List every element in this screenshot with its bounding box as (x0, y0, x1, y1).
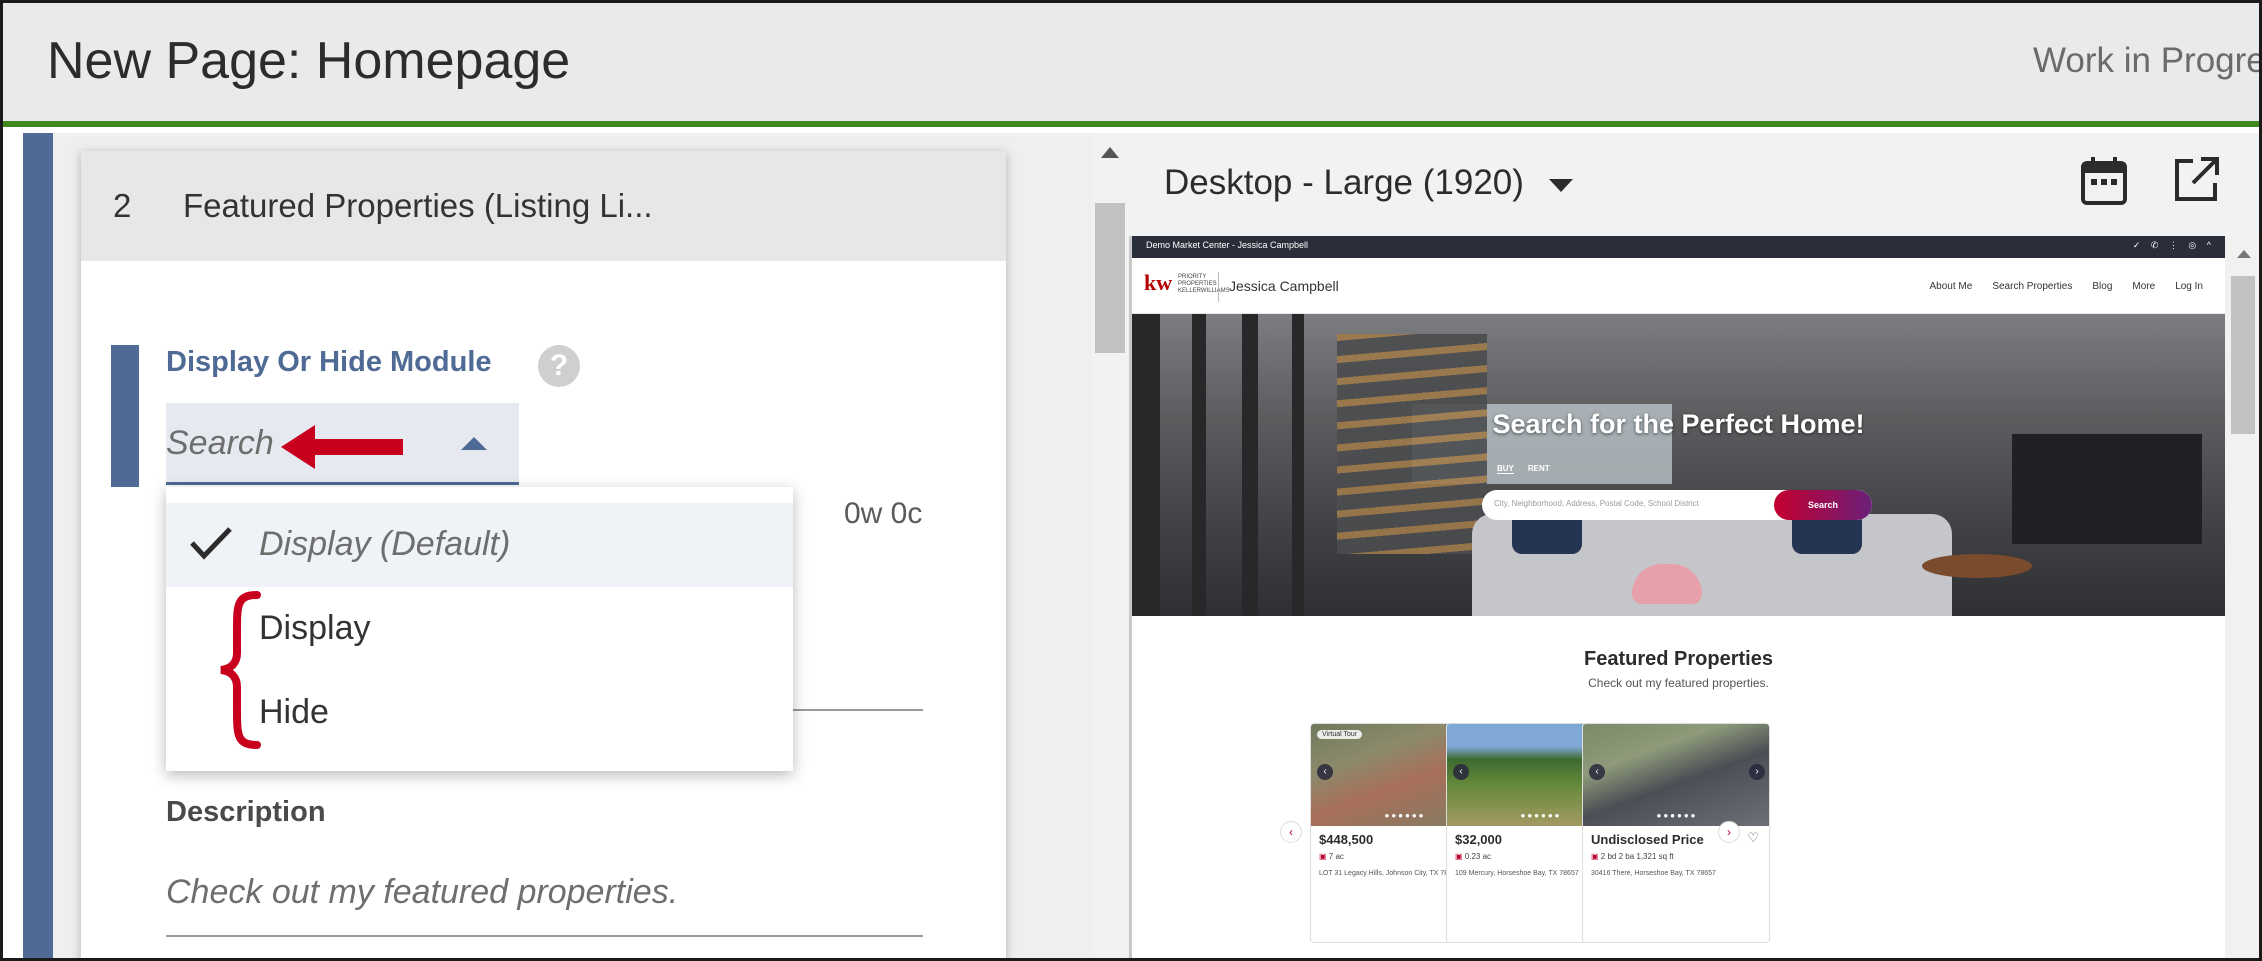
caret-up-icon[interactable] (461, 437, 487, 450)
hero-table (1922, 554, 2032, 578)
hero-title: Search for the Perfect Home! (1492, 409, 1865, 439)
property-meta: ▣ 7 ac (1319, 852, 1344, 861)
annotation-arrow-icon (281, 425, 403, 469)
nav-about-me[interactable]: About Me (1930, 281, 1973, 292)
scrollbar-thumb[interactable] (1095, 203, 1125, 353)
property-address: LOT 31 Legacy Hills, Johnson City, TX 78… (1319, 870, 1460, 877)
heart-icon[interactable]: ♡ (1747, 830, 1759, 846)
help-icon[interactable]: ? (538, 345, 580, 387)
check-icon (190, 527, 232, 560)
nav-search-properties[interactable]: Search Properties (1992, 281, 2072, 292)
left-rail (23, 133, 53, 958)
scroll-up-icon[interactable] (2237, 250, 2251, 258)
logo-divider (1218, 272, 1219, 302)
description-underline (166, 935, 923, 937)
hero-window-frame (1132, 314, 1160, 616)
display-hide-label: Display Or Hide Module (166, 346, 492, 378)
external-link-icon[interactable] (2171, 155, 2221, 205)
calendar-icon[interactable] (2079, 155, 2129, 207)
site-nav-links: About Me Search Properties Blog More Log… (1930, 281, 2203, 292)
carousel-next-button[interactable]: › (1718, 821, 1740, 843)
social-icons: ✓ ✆ ⋮ ◎ ^ (2132, 240, 2215, 250)
page-title: New Page: Homepage (47, 32, 571, 90)
property-meta: ▣ 0.23 ac (1455, 852, 1491, 861)
tab-buy[interactable]: BUY (1497, 464, 1514, 474)
scrollbar-thumb[interactable] (2231, 276, 2255, 434)
preview-panel: Desktop - Large (1920) Demo Market Cente… (1129, 133, 2259, 958)
option-label: Display (Default) (259, 525, 511, 563)
hero-shelf (2012, 434, 2202, 544)
property-card[interactable]: ‹ › ●●●●●● Undisclosed Price ♡ ▣ 2 bd 2 … (1582, 723, 1770, 943)
carousel-prev-button[interactable]: ‹ (1280, 821, 1302, 843)
preview-toolbar: Desktop - Large (1920) (1129, 133, 2259, 236)
property-price: $448,500 (1319, 832, 1374, 847)
hero-tabs: BUY RENT (1497, 464, 1550, 474)
site-topbar-text: Demo Market Center - Jessica Campbell (1146, 240, 1309, 250)
agent-name[interactable]: Jessica Campbell (1229, 278, 1339, 294)
property-photo[interactable]: ‹ › ●●●●●● (1583, 724, 1769, 826)
lot-icon: ▣ (1319, 852, 1329, 861)
logo-mark: kw (1144, 270, 1173, 295)
property-address: 109 Mercury, Horseshoe Bay, TX 78657 (1455, 870, 1579, 877)
page-status: Work in Progre (2033, 41, 2262, 80)
photo-dots: ●●●●●● (1656, 811, 1698, 820)
nav-more[interactable]: More (2132, 281, 2155, 292)
lot-icon: ▣ (1455, 852, 1465, 861)
option-display-default[interactable]: Display (Default) (166, 503, 793, 587)
description-field[interactable]: Check out my featured properties. (166, 873, 678, 912)
bed-icon: ▣ (1591, 852, 1601, 861)
tab-rent[interactable]: RENT (1528, 464, 1550, 474)
featured-title: Featured Properties (1584, 648, 1773, 670)
obscured-field-underline (793, 709, 923, 711)
property-meta: ▣ 2 bd 2 ba 1,321 sq ft (1591, 852, 1674, 861)
field-accent-bar (111, 345, 139, 487)
device-select[interactable]: Desktop - Large (1920) (1164, 163, 1524, 203)
module-title: Featured Properties (Listing Li... (183, 187, 653, 224)
property-meta-text: 7 ac (1328, 852, 1344, 861)
property-meta-text: 0.23 ac (1464, 852, 1492, 861)
description-label: Description (166, 796, 326, 828)
hero-search-input[interactable]: City, Neighborhood, Address, Postal Code… (1494, 499, 1699, 508)
property-price: $32,000 (1455, 832, 1502, 847)
preview-scrollbar[interactable] (2225, 236, 2259, 958)
hero-banner: Search for the Perfect Home! BUY RENT Ci… (1132, 314, 2225, 616)
logo-subtext: PRIORITY PROPERTIES KELLERWILLIAMS (1178, 274, 1230, 294)
property-meta-text: 2 bd 2 ba 1,321 sq ft (1600, 852, 1674, 861)
editor-scrollbar[interactable] (1091, 133, 1129, 958)
property-address: 30416 There, Horseshoe Bay, TX 78657 (1591, 870, 1716, 877)
chevron-left-icon[interactable]: ‹ (1453, 764, 1469, 780)
chevron-left-icon[interactable]: ‹ (1589, 764, 1605, 780)
hero-search-button[interactable]: Search (1774, 490, 1872, 520)
featured-subtitle: Check out my featured properties. (1588, 676, 1769, 690)
site-nav: kw PRIORITY PROPERTIES KELLERWILLIAMS Je… (1132, 258, 2225, 314)
module-header[interactable]: 2 Featured Properties (Listing Li... (81, 151, 1006, 261)
chevron-left-icon[interactable]: ‹ (1317, 764, 1333, 780)
option-label: Hide (259, 693, 329, 731)
page-header: New Page: Homepage Work in Progre (3, 3, 2262, 127)
website-preview: Demo Market Center - Jessica Campbell ✓ … (1132, 236, 2225, 958)
hero-stairs (1337, 334, 1487, 554)
chevron-down-icon[interactable] (1549, 179, 1573, 192)
screenshot-frame: New Page: Homepage Work in Progre 2 Feat… (0, 0, 2262, 961)
hero-window-frame (1242, 314, 1258, 616)
module-number: 2 (113, 187, 132, 224)
hero-search-bar[interactable]: City, Neighborhood, Address, Postal Code… (1482, 490, 1872, 520)
kw-logo[interactable]: kw PRIORITY PROPERTIES KELLERWILLIAMS (1144, 270, 1230, 304)
option-label: Display (259, 609, 371, 647)
hero-window-frame (1192, 314, 1206, 616)
nav-log-in[interactable]: Log In (2175, 281, 2203, 292)
obscured-field-value: 0w 0c (844, 497, 923, 530)
chevron-right-icon[interactable]: › (1749, 764, 1765, 780)
annotation-brace-icon (220, 591, 261, 749)
site-topbar: Demo Market Center - Jessica Campbell ✓ … (1132, 236, 2225, 258)
virtual-tour-badge: Virtual Tour (1317, 730, 1363, 739)
nav-blog[interactable]: Blog (2092, 281, 2112, 292)
scroll-up-icon[interactable] (1101, 147, 1119, 158)
property-price: Undisclosed Price (1591, 832, 1704, 847)
hero-window-frame (1292, 314, 1304, 616)
